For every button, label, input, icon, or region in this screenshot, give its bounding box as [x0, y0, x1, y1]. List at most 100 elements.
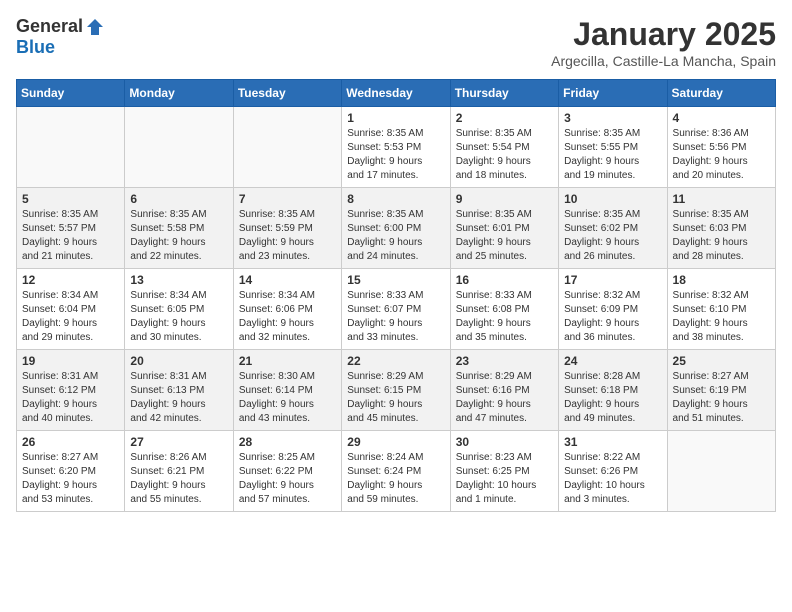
day-info: Sunrise: 8:33 AM Sunset: 6:07 PM Dayligh…: [347, 289, 444, 345]
calendar-cell: 9 Sunrise: 8:35 AM Sunset: 6:01 PM Daylig…: [450, 188, 558, 269]
calendar-cell: 6Sunrise: 8:35 AM Sunset: 5:58 PM Daylig…: [125, 188, 233, 269]
weekday-header-friday: Friday: [559, 80, 667, 107]
day-info: Sunrise: 8:35 AM Sunset: 5:53 PM Dayligh…: [347, 127, 444, 183]
calendar-cell: 15 Sunrise: 8:33 AM Sunset: 6:07 PM Dayli…: [342, 269, 450, 350]
calendar-cell: 20 Sunrise: 8:31 AM Sunset: 6:13 PM Dayli…: [125, 350, 233, 431]
weekday-header-tuesday: Tuesday: [233, 80, 341, 107]
weekday-header-saturday: Saturday: [667, 80, 775, 107]
calendar-cell: 1 Sunrise: 8:35 AM Sunset: 5:53 PM Daylig…: [342, 107, 450, 188]
day-number: 7: [239, 192, 336, 206]
day-info: Sunrise: 8:35 AM Sunset: 6:01 PM Dayligh…: [456, 208, 553, 264]
day-number: 9: [456, 192, 553, 206]
calendar-cell: 23 Sunrise: 8:29 AM Sunset: 6:16 PM Dayli…: [450, 350, 558, 431]
weekday-header-monday: Monday: [125, 80, 233, 107]
calendar-cell: 4Sunrise: 8:36 AM Sunset: 5:56 PM Daylig…: [667, 107, 775, 188]
day-info: Sunrise: 8:35 AM Sunset: 5:55 PM Dayligh…: [564, 127, 661, 183]
weekday-header-row: SundayMondayTuesdayWednesdayThursdayFrid…: [17, 80, 776, 107]
logo-blue-text: Blue: [16, 37, 55, 58]
calendar-cell: 17 Sunrise: 8:32 AM Sunset: 6:09 PM Dayli…: [559, 269, 667, 350]
day-number: 18: [673, 273, 770, 287]
day-number: 5: [22, 192, 119, 206]
calendar-cell: 14 Sunrise: 8:34 AM Sunset: 6:06 PM Dayli…: [233, 269, 341, 350]
calendar-cell: 30 Sunrise: 8:23 AM Sunset: 6:25 PM Dayli…: [450, 431, 558, 512]
day-number: 21: [239, 354, 336, 368]
calendar-week-row: 12 Sunrise: 8:34 AM Sunset: 6:04 PM Dayli…: [17, 269, 776, 350]
day-info: Sunrise: 8:36 AM Sunset: 5:56 PM Dayligh…: [673, 127, 770, 183]
calendar-cell: 12 Sunrise: 8:34 AM Sunset: 6:04 PM Dayli…: [17, 269, 125, 350]
calendar-cell: 13Sunrise: 8:34 AM Sunset: 6:05 PM Dayli…: [125, 269, 233, 350]
calendar-cell: 10Sunrise: 8:35 AM Sunset: 6:02 PM Dayli…: [559, 188, 667, 269]
logo-general-text: General: [16, 16, 83, 37]
day-number: 13: [130, 273, 227, 287]
calendar-cell: 25 Sunrise: 8:27 AM Sunset: 6:19 PM Dayli…: [667, 350, 775, 431]
day-number: 11: [673, 192, 770, 206]
calendar-week-row: 5Sunrise: 8:35 AM Sunset: 5:57 PM Daylig…: [17, 188, 776, 269]
logo: General Blue: [16, 16, 105, 58]
calendar-cell: [667, 431, 775, 512]
calendar-week-row: 26Sunrise: 8:27 AM Sunset: 6:20 PM Dayli…: [17, 431, 776, 512]
day-info: Sunrise: 8:32 AM Sunset: 6:09 PM Dayligh…: [564, 289, 661, 345]
day-number: 20: [130, 354, 227, 368]
day-info: Sunrise: 8:35 AM Sunset: 6:03 PM Dayligh…: [673, 208, 770, 264]
day-number: 30: [456, 435, 553, 449]
weekday-header-sunday: Sunday: [17, 80, 125, 107]
day-info: Sunrise: 8:34 AM Sunset: 6:06 PM Dayligh…: [239, 289, 336, 345]
calendar-title: January 2025: [551, 16, 776, 53]
day-info: Sunrise: 8:26 AM Sunset: 6:21 PM Dayligh…: [130, 451, 227, 507]
day-info: Sunrise: 8:30 AM Sunset: 6:14 PM Dayligh…: [239, 370, 336, 426]
calendar-cell: 2 Sunrise: 8:35 AM Sunset: 5:54 PM Daylig…: [450, 107, 558, 188]
calendar-cell: 18 Sunrise: 8:32 AM Sunset: 6:10 PM Dayli…: [667, 269, 775, 350]
day-number: 31: [564, 435, 661, 449]
calendar-cell: 22Sunrise: 8:29 AM Sunset: 6:15 PM Dayli…: [342, 350, 450, 431]
day-number: 23: [456, 354, 553, 368]
day-number: 19: [22, 354, 119, 368]
day-number: 12: [22, 273, 119, 287]
logo-icon: [85, 17, 105, 37]
day-number: 17: [564, 273, 661, 287]
weekday-header-wednesday: Wednesday: [342, 80, 450, 107]
title-block: January 2025 Argecilla, Castille-La Manc…: [551, 16, 776, 69]
day-number: 24: [564, 354, 661, 368]
calendar-week-row: 1 Sunrise: 8:35 AM Sunset: 5:53 PM Daylig…: [17, 107, 776, 188]
calendar-cell: [17, 107, 125, 188]
day-info: Sunrise: 8:27 AM Sunset: 6:20 PM Dayligh…: [22, 451, 119, 507]
calendar-table: SundayMondayTuesdayWednesdayThursdayFrid…: [16, 79, 776, 512]
calendar-location: Argecilla, Castille-La Mancha, Spain: [551, 53, 776, 69]
page-header: General Blue January 2025 Argecilla, Cas…: [16, 16, 776, 69]
calendar-cell: 27 Sunrise: 8:26 AM Sunset: 6:21 PM Dayli…: [125, 431, 233, 512]
day-number: 29: [347, 435, 444, 449]
calendar-cell: 29Sunrise: 8:24 AM Sunset: 6:24 PM Dayli…: [342, 431, 450, 512]
calendar-cell: 16Sunrise: 8:33 AM Sunset: 6:08 PM Dayli…: [450, 269, 558, 350]
calendar-cell: [125, 107, 233, 188]
day-number: 15: [347, 273, 444, 287]
day-number: 8: [347, 192, 444, 206]
day-number: 28: [239, 435, 336, 449]
day-info: Sunrise: 8:35 AM Sunset: 5:58 PM Dayligh…: [130, 208, 227, 264]
calendar-cell: 24Sunrise: 8:28 AM Sunset: 6:18 PM Dayli…: [559, 350, 667, 431]
day-info: Sunrise: 8:31 AM Sunset: 6:12 PM Dayligh…: [22, 370, 119, 426]
calendar-week-row: 19 Sunrise: 8:31 AM Sunset: 6:12 PM Dayli…: [17, 350, 776, 431]
day-number: 27: [130, 435, 227, 449]
day-number: 14: [239, 273, 336, 287]
day-info: Sunrise: 8:34 AM Sunset: 6:04 PM Dayligh…: [22, 289, 119, 345]
day-info: Sunrise: 8:31 AM Sunset: 6:13 PM Dayligh…: [130, 370, 227, 426]
calendar-cell: 8 Sunrise: 8:35 AM Sunset: 6:00 PM Daylig…: [342, 188, 450, 269]
day-info: Sunrise: 8:35 AM Sunset: 6:00 PM Dayligh…: [347, 208, 444, 264]
day-info: Sunrise: 8:29 AM Sunset: 6:16 PM Dayligh…: [456, 370, 553, 426]
day-number: 10: [564, 192, 661, 206]
day-number: 22: [347, 354, 444, 368]
day-number: 2: [456, 111, 553, 125]
calendar-cell: 26Sunrise: 8:27 AM Sunset: 6:20 PM Dayli…: [17, 431, 125, 512]
day-info: Sunrise: 8:22 AM Sunset: 6:26 PM Dayligh…: [564, 451, 661, 507]
day-number: 3: [564, 111, 661, 125]
day-info: Sunrise: 8:23 AM Sunset: 6:25 PM Dayligh…: [456, 451, 553, 507]
calendar-cell: 19 Sunrise: 8:31 AM Sunset: 6:12 PM Dayli…: [17, 350, 125, 431]
calendar-cell: 5Sunrise: 8:35 AM Sunset: 5:57 PM Daylig…: [17, 188, 125, 269]
day-number: 1: [347, 111, 444, 125]
day-info: Sunrise: 8:27 AM Sunset: 6:19 PM Dayligh…: [673, 370, 770, 426]
day-info: Sunrise: 8:32 AM Sunset: 6:10 PM Dayligh…: [673, 289, 770, 345]
day-info: Sunrise: 8:35 AM Sunset: 5:54 PM Dayligh…: [456, 127, 553, 183]
day-number: 25: [673, 354, 770, 368]
day-number: 16: [456, 273, 553, 287]
day-info: Sunrise: 8:25 AM Sunset: 6:22 PM Dayligh…: [239, 451, 336, 507]
